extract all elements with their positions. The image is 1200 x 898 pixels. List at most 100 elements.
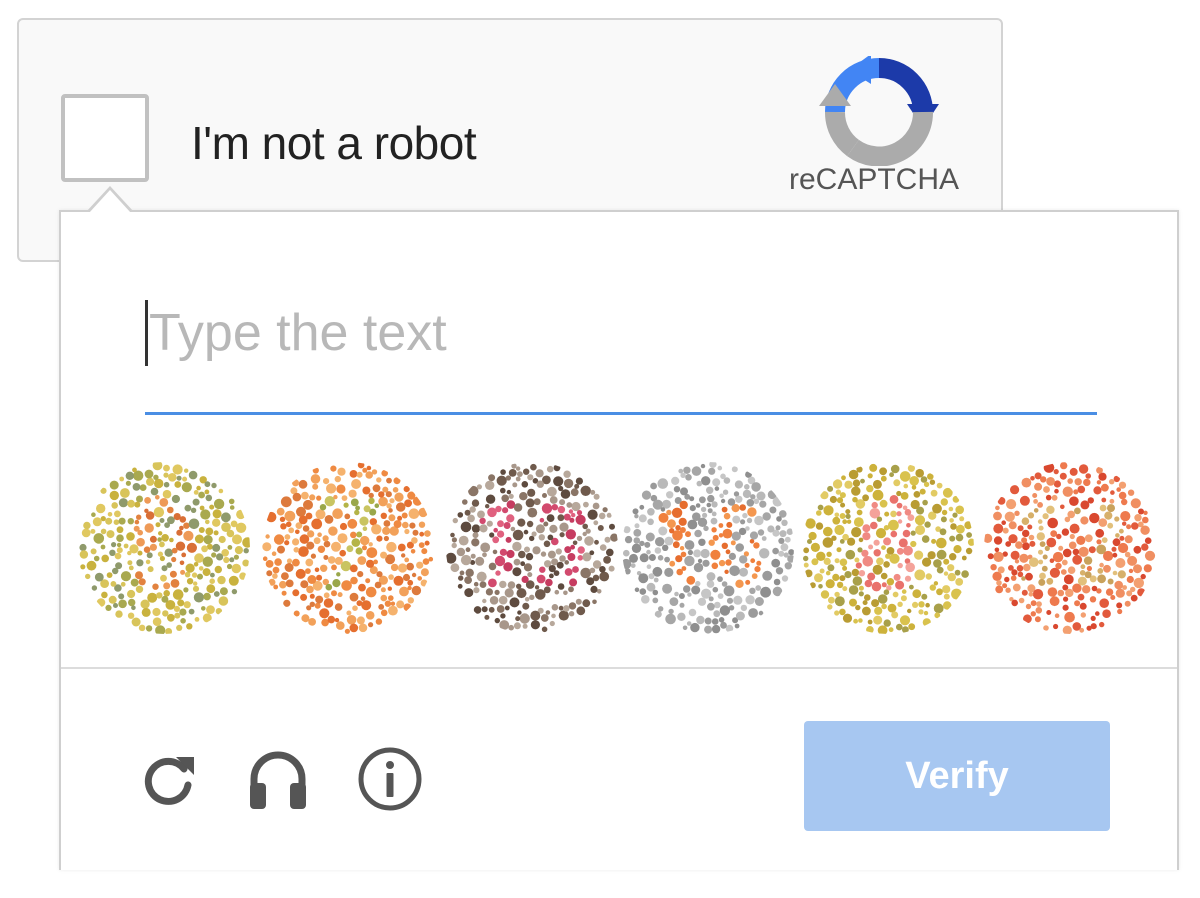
plate-bg-dot [551,604,559,611]
plate-bg-dot [769,506,777,514]
verify-button[interactable]: Verify [804,721,1110,831]
plate-bg-dot [997,566,1005,574]
plate-bg-dot [422,558,430,565]
plate-bg-dot [803,547,810,554]
plate-bg-dot [858,585,864,591]
plate-digit-dot [1027,512,1035,519]
plate-bg-dot [722,489,729,495]
plate-bg-dot [880,572,888,580]
captcha-text-input[interactable] [145,300,1099,366]
plate-bg-dot [638,514,647,523]
plate-bg-dot [1069,533,1075,540]
plate-bg-dot [541,626,548,633]
plate-bg-dot [893,479,901,487]
plate-bg-dot [210,572,215,578]
plate-bg-dot [664,556,670,563]
plate-bg-dot [127,518,134,525]
plate-bg-dot [825,570,831,576]
plate-bg-dot [515,616,521,622]
plate-bg-dot [1076,535,1086,545]
plate-bg-dot [1060,504,1065,510]
plate-bg-dot [820,491,829,500]
help-button[interactable] [356,745,424,813]
plate-bg-dot [386,503,392,509]
plate-bg-dot [482,598,487,604]
plate-bg-dot [876,516,883,522]
plate-bg-dot [378,491,385,498]
plate-bg-dot [931,538,937,544]
plate-digit-dot [678,517,687,526]
plate-bg-dot [834,524,845,536]
plate-bg-dot [211,482,217,489]
plate-bg-dot [358,623,368,633]
plate-bg-dot [772,586,783,597]
plate-bg-dot [718,617,725,623]
plate-bg-dot [842,565,848,571]
plate-bg-dot [803,555,809,562]
plate-bg-dot [305,558,314,567]
plate-bg-dot [135,585,144,593]
plate-bg-dot [496,475,507,486]
plate-bg-dot [1086,565,1092,572]
plate-bg-dot [380,512,387,519]
plate-digit-dot [319,504,327,511]
plate-bg-dot [314,602,321,609]
plate-bg-dot [93,533,105,544]
plate-bg-dot [943,601,952,610]
plate-digit-dot [145,511,155,520]
plate-bg-dot [846,519,852,524]
plate-bg-dot [961,570,969,578]
plate-bg-dot [386,477,392,484]
plate-digit-dot [492,536,500,544]
plate-digit-dot [1042,513,1049,520]
plate-bg-dot [836,547,842,553]
plate-bg-dot [452,517,458,524]
plate-bg-dot [1103,550,1114,562]
plate-bg-dot [685,474,692,481]
plate-bg-dot [265,534,270,539]
plate-bg-dot [271,551,277,556]
reload-icon [144,757,194,805]
plate-bg-dot [949,518,954,523]
plate-digit-dot [672,541,680,549]
plate-bg-dot [527,507,538,518]
plate-bg-dot [284,563,294,572]
plate-bg-dot [1099,598,1109,608]
plate-bg-dot [815,522,824,530]
ishihara-plate [984,462,1156,634]
plate-bg-dot [771,558,781,568]
plate-digit-dot [374,503,380,508]
plate-bg-dot [116,526,124,534]
plate-bg-dot [469,506,476,513]
plate-bg-dot [827,604,833,610]
plate-bg-dot [128,565,134,571]
plate-bg-dot [1110,595,1116,600]
plate-bg-dot [365,578,371,584]
plate-digit-dot [564,568,573,576]
plate-bg-dot [412,529,419,536]
plate-bg-dot [1069,496,1079,506]
plate-bg-dot [284,540,290,546]
reload-button[interactable] [134,745,202,813]
plate-bg-dot [677,612,686,621]
plate-bg-dot [1060,569,1067,575]
plate-bg-dot [485,588,493,596]
plate-bg-dot [852,576,863,586]
plate-bg-dot [804,569,813,578]
plate-bg-dot [348,489,357,498]
plate-digit-dot [144,497,151,504]
audio-challenge-button[interactable] [244,745,312,813]
plate-bg-dot [710,517,718,525]
plate-bg-dot [599,544,607,551]
not-robot-checkbox[interactable] [61,94,149,182]
plate-bg-dot [86,560,97,571]
plate-bg-dot [113,519,120,525]
plate-bg-dot [272,573,278,579]
plate-bg-dot [308,618,316,626]
plate-bg-dot [420,568,429,577]
plate-bg-dot [339,549,346,557]
plate-bg-dot [520,561,526,567]
plate-bg-dot [516,588,527,599]
plate-bg-dot [993,511,1002,521]
plate-bg-dot [347,518,358,529]
